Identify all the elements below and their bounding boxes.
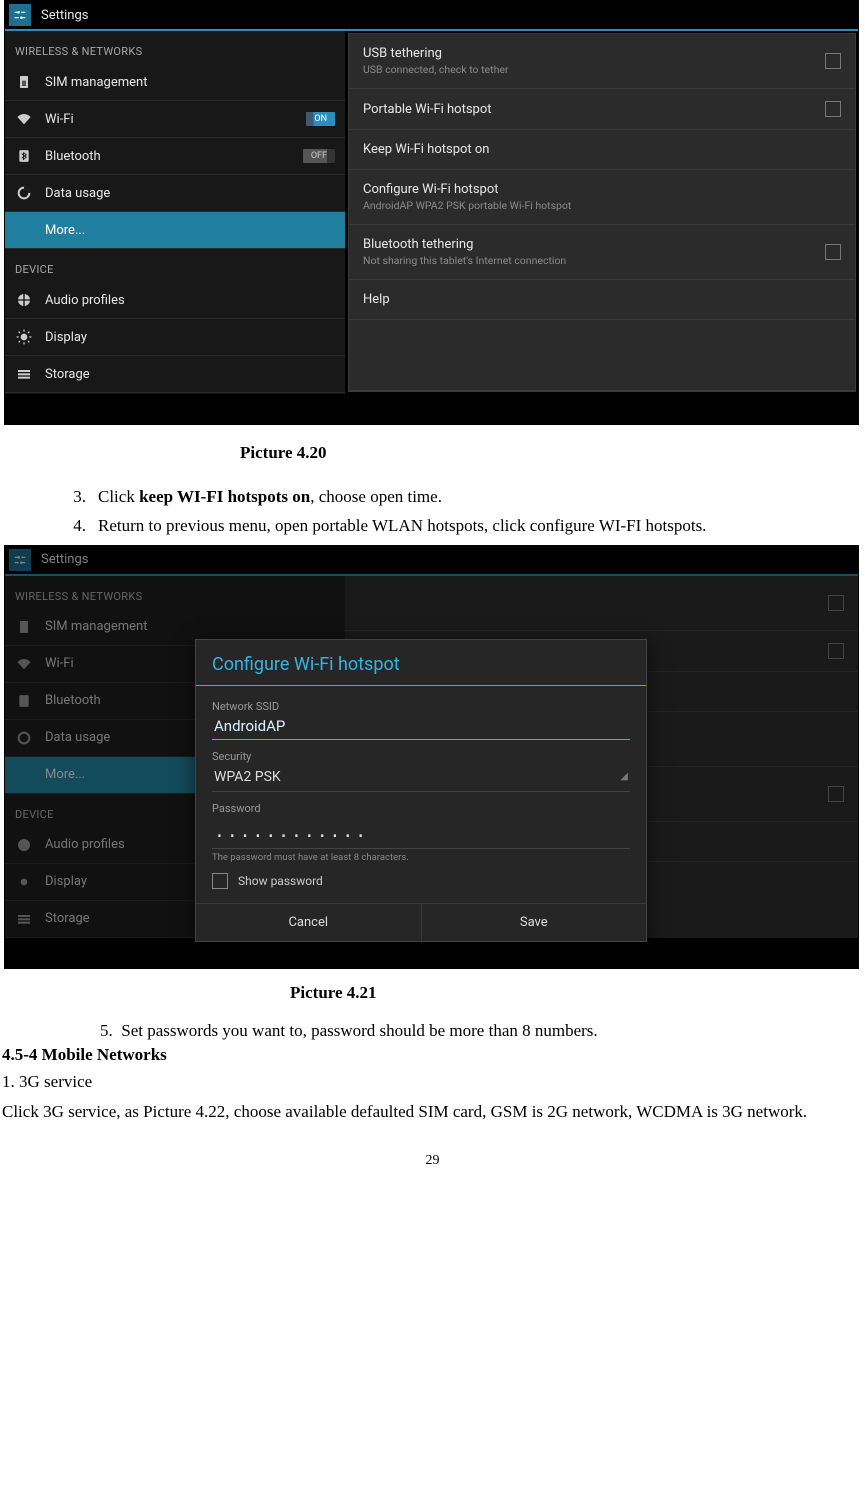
row-keep-hotspot-on[interactable]: Keep Wi-Fi hotspot on: [349, 130, 855, 170]
configure-hotspot-dialog: Configure Wi-Fi hotspot Network SSID Sec…: [195, 639, 647, 942]
audio-icon: [15, 836, 33, 854]
sidebar-item-display[interactable]: Display: [5, 319, 345, 356]
show-password-row[interactable]: Show password: [212, 873, 630, 889]
settings-sidebar: WIRELESS & NETWORKS SIM management Wi-Fi…: [5, 31, 346, 394]
row-configure-hotspot[interactable]: Configure Wi-Fi hotspot AndroidAP WPA2 P…: [349, 170, 855, 225]
wifi-icon: [15, 655, 33, 673]
navbar-strip: [5, 938, 858, 968]
section-device: DEVICE: [5, 249, 345, 282]
line-3g-desc: Click 3G service, as Picture 4.22, choos…: [0, 1099, 865, 1125]
settings-icon: [9, 549, 31, 571]
screenshot-configure-dialog: Settings WIRELESS & NETWORKS SIM managem…: [4, 545, 859, 969]
row-usb-tethering[interactable]: USB tethering USB connected, check to te…: [349, 34, 855, 89]
bluetooth-toggle[interactable]: OFF: [303, 149, 335, 163]
label-ssid: Network SSID: [212, 700, 630, 713]
step-4-text: Return to previous menu, open portable W…: [98, 512, 838, 541]
line-3g-service: 1. 3G service: [0, 1069, 865, 1095]
android-titlebar: Settings: [5, 1, 858, 31]
wifi-toggle[interactable]: ON: [306, 112, 335, 126]
page-number: 29: [0, 1153, 865, 1169]
android-title: Settings: [41, 552, 88, 567]
android-titlebar-dim: Settings: [5, 546, 858, 576]
sidebar-item-audio[interactable]: Audio profiles: [5, 282, 345, 319]
blank-icon: [15, 221, 33, 239]
audio-icon: [15, 291, 33, 309]
storage-icon: [15, 365, 33, 383]
cancel-button[interactable]: Cancel: [196, 904, 422, 941]
data-usage-icon: [15, 184, 33, 202]
row-help[interactable]: Help: [349, 280, 855, 320]
panel-spacer: [349, 320, 855, 391]
sim-icon: [15, 73, 33, 91]
android-title: Settings: [41, 8, 88, 23]
input-ssid[interactable]: [212, 713, 630, 740]
save-button[interactable]: Save: [422, 904, 647, 941]
label-password: Password: [212, 802, 630, 815]
input-password[interactable]: ............: [212, 815, 630, 849]
step-4-num: 4.: [60, 512, 86, 541]
section-4-5-4: 4.5-4 Mobile Networks: [0, 1045, 865, 1065]
section-wireless: WIRELESS & NETWORKS: [5, 31, 345, 64]
row-bluetooth-tethering[interactable]: Bluetooth tethering Not sharing this tab…: [349, 225, 855, 280]
storage-icon: [15, 910, 33, 928]
display-icon: [15, 873, 33, 891]
sidebar-item-storage[interactable]: Storage: [5, 356, 345, 393]
password-hint: The password must have at least 8 charac…: [212, 852, 630, 863]
step-5: 5. Set passwords you want to, password s…: [100, 1021, 865, 1041]
label-security: Security: [212, 750, 630, 763]
checkbox-usb[interactable]: [825, 53, 841, 69]
checkbox-show-password[interactable]: [212, 873, 228, 889]
checkbox-portable[interactable]: [825, 101, 841, 117]
sidebar-item-sim[interactable]: SIM management: [5, 64, 345, 101]
bluetooth-icon: [15, 147, 33, 165]
settings-icon: [9, 4, 31, 26]
caption-4-20: Picture 4.20: [240, 443, 865, 463]
sim-icon: [15, 618, 33, 636]
step-3-num: 3.: [60, 483, 86, 512]
bluetooth-icon: [15, 692, 33, 710]
data-usage-icon: [15, 729, 33, 747]
screenshot-tethering: Settings WIRELESS & NETWORKS SIM managem…: [4, 0, 859, 425]
display-icon: [15, 328, 33, 346]
wifi-icon: [15, 110, 33, 128]
step-3-text: Click keep WI-FI hotspots on, choose ope…: [98, 483, 838, 512]
tethering-panel: USB tethering USB connected, check to te…: [348, 33, 856, 392]
sidebar-item-more[interactable]: More...: [5, 212, 345, 249]
caption-4-21: Picture 4.21: [290, 983, 865, 1003]
select-security[interactable]: WPA2 PSK ◢: [212, 763, 630, 792]
checkbox-bt-tether[interactable]: [825, 244, 841, 260]
sidebar-item-data-usage[interactable]: Data usage: [5, 175, 345, 212]
row-portable-hotspot[interactable]: Portable Wi-Fi hotspot: [349, 89, 855, 130]
navbar-strip: [5, 394, 858, 424]
dialog-title: Configure Wi-Fi hotspot: [196, 640, 646, 686]
dropdown-icon: ◢: [620, 771, 628, 782]
sidebar-item-wifi[interactable]: Wi-Fi ON: [5, 101, 345, 138]
sidebar-item-bluetooth[interactable]: Bluetooth OFF: [5, 138, 345, 175]
